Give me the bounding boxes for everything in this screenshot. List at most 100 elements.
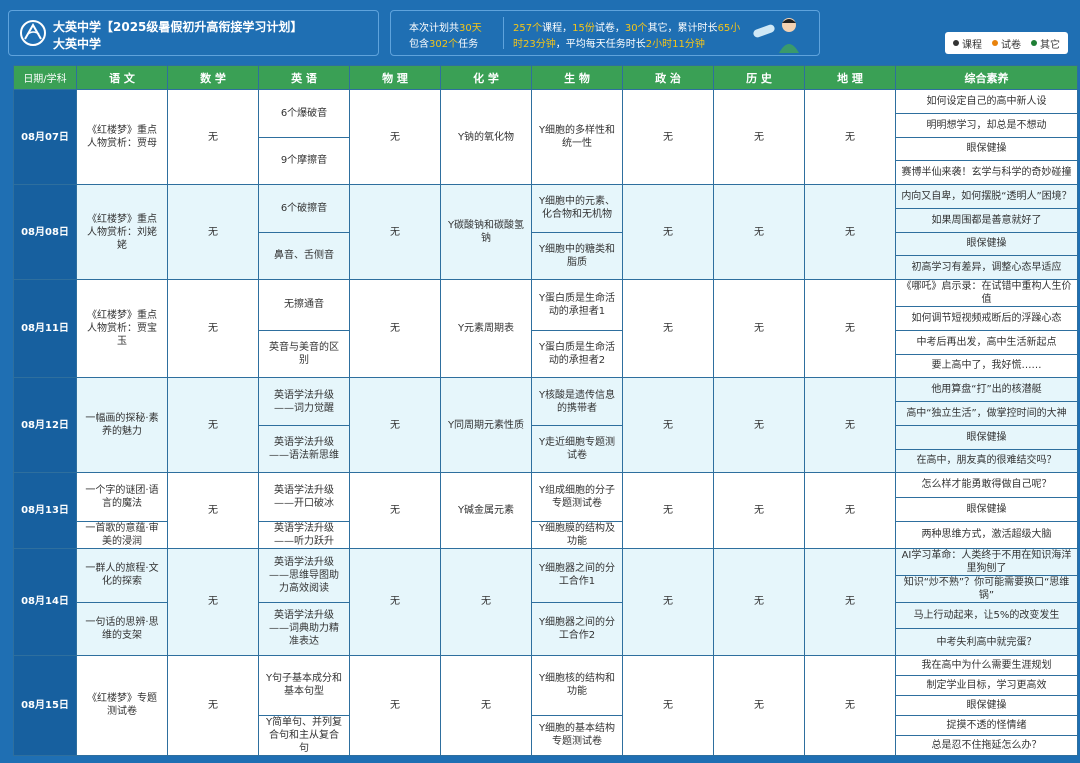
header-row: 日期/学科 语 文 数 学 英 语 物 理 化 学 生 物 政 治 历 史 地 … [13,65,1078,90]
chinese-cell: 一个字的谜团·语言的魔法 [76,472,168,522]
physics-cell: 无 [349,184,441,280]
history-cell: 无 [713,377,805,474]
biology-cell: Y组成细胞的分子专题测试卷 [531,472,623,522]
table-row: 08月07日 《红楼梦》重点人物赏析：贾母无 6个爆破音无 Y钠的氧化物 Y细胞的多样性… [13,89,1078,185]
english-cell: 英音与美音的区别 [258,329,350,379]
quality-cell: 马上行动起来，让5%的改变发生 [895,601,1078,630]
math-cell: 无 [167,278,259,379]
history-cell: 无 [713,184,805,280]
english-cell: Y简单句、并列复合句和主从复合句 [258,714,350,756]
table-row: 08月15日 《红楼梦》专题测试卷无 Y句子基本成分和基本句型无无 Y细胞核的结构和功… [13,654,1078,756]
col-header-english: 英 语 [258,65,350,90]
chinese-cell: 一群人的旅程·文化的探索 [76,547,168,603]
col-header-date: 日期/学科 [13,65,77,90]
english-cell: 英语学法升级——词典助力精准表达 [258,601,350,656]
math-cell: 无 [167,547,259,656]
politics-cell: 无 [622,472,714,549]
quality-cell: 怎么样才能勇敢得做自己呢？ [895,472,1078,498]
geography-cell: 无 [804,472,896,549]
quality-cell: 内向又自卑，如何摆脱“透明人”困境？ [895,184,1078,209]
schedule-body: 08月07日 《红楼梦》重点人物赏析：贾母无 6个爆破音无 Y钠的氧化物 Y细胞的多样性… [13,89,1078,756]
history-cell: 无 [713,547,805,656]
col-header-geography: 地 理 [804,65,896,90]
history-cell: 无 [713,654,805,756]
table-row: 08月11日 《红楼梦》重点人物赏析：贾宝玉无无擦通音无 Y元素周期表 Y蛋白质是生命… [13,278,1078,379]
legend-item-course: 课程 [953,36,982,51]
biology-cell: Y细胞中的糖类和脂质 [531,231,623,280]
english-cell: 9个摩擦音 [258,136,350,185]
physics-cell: 无 [349,654,441,756]
legend-item-other: 其它 [1031,36,1060,51]
quality-cell: 中考失利高中就完蛋？ [895,628,1078,656]
english-cell: Y句子基本成分和基本句型 [258,654,350,716]
politics-cell: 无 [622,278,714,379]
col-header-math: 数 学 [167,65,259,90]
biology-cell: Y细胞中的元素、化合物和无机物 [531,184,623,233]
quality-cell: 我在高中为什么需要生涯规划 [895,654,1078,676]
quality-cell: 初高学习有差异，调整心态早适应 [895,255,1078,280]
schedule-table: 日期/学科 语 文 数 学 英 语 物 理 化 学 生 物 政 治 历 史 地 … [13,65,1078,756]
school-logo-icon [20,20,46,46]
politics-cell: 无 [622,547,714,656]
school-name: 大英中学 [53,37,102,51]
legend-dot-icon [953,40,959,46]
table-row: 08月08日 《红楼梦》重点人物赏析：刘姥姥无 6个破擦音无 Y碳酸钠和碳酸氢钠 Y细胞… [13,184,1078,280]
date-cell: 08月11日 [13,278,77,379]
quality-cell: 眼保健操 [895,496,1078,522]
quality-cell: 中考后再出发，高中生活新起点 [895,329,1078,355]
geography-cell: 无 [804,278,896,379]
english-cell: 英语学法升级——听力跃升 [258,520,350,549]
physics-cell: 无 [349,89,441,185]
english-cell: 无擦通音 [258,279,350,331]
col-header-history: 历 史 [713,65,805,90]
geography-cell: 无 [804,184,896,280]
biology-cell: Y蛋白质是生命活动的承担者1 [531,279,623,331]
chinese-cell: 一句话的思辨·思维的支架 [76,601,168,656]
plan-title: 大英中学【2025级暑假初升高衔接学习计划】 [53,20,303,34]
date-cell: 08月13日 [13,472,77,549]
chinese-cell: 《红楼梦》重点人物赏析：贾母 [76,89,168,185]
stats-panel: 本次计划共30天 包含302个任务 257个课程，15份试卷，30个其它，累计时… [390,10,820,56]
biology-cell: Y蛋白质是生命活动的承担者2 [531,329,623,379]
quality-cell: 高中“独立生活”，做掌控时间的大神 [895,401,1078,426]
col-header-biology: 生 物 [531,65,623,90]
quality-cell: 捉摸不透的怪情绪 [895,714,1078,736]
quality-cell: 在高中，朋友真的很难结交吗？ [895,448,1078,474]
geography-cell: 无 [804,654,896,756]
chemistry-cell: Y元素周期表 [440,278,532,379]
biology-cell: Y细胞器之间的分工合作1 [531,547,623,603]
biology-cell: Y细胞器之间的分工合作2 [531,601,623,656]
chinese-cell: 《红楼梦》重点人物赏析：刘姥姥 [76,184,168,280]
english-cell: 英语学法升级——词力觉醒 [258,377,350,426]
physics-cell: 无 [349,472,441,549]
chemistry-cell: Y碳酸钠和碳酸氢钠 [440,184,532,280]
quality-cell: 如何调节短视频戒断后的浮躁心态 [895,306,1078,331]
stat-summary-line2: 时23分钟，平均每天任务时长2小时11分钟 [513,39,705,50]
quality-cell: 眼保健操 [895,231,1078,257]
math-cell: 无 [167,654,259,756]
quality-cell: 赛博半仙来袭！玄学与科学的奇妙碰撞 [895,160,1078,185]
math-cell: 无 [167,377,259,474]
biology-cell: Y细胞的基本结构专题测试卷 [531,714,623,756]
col-header-quality: 综合素养 [895,65,1078,90]
title-panel: 大英中学【2025级暑假初升高衔接学习计划】 大英中学 [8,10,379,56]
chinese-cell: 一首歌的意蕴·审美的浸润 [76,520,168,549]
chinese-cell: 《红楼梦》专题测试卷 [76,654,168,756]
table-row: 08月12日 一幅画的探秘·素养的魅力无英语学法升级——词力觉醒无 Y同周期元素性质… [13,377,1078,474]
politics-cell: 无 [622,89,714,185]
politics-cell: 无 [622,184,714,280]
stat-tasks: 包含302个任务 [409,39,479,50]
geography-cell: 无 [804,89,896,185]
stat-days: 本次计划共30天 [409,23,482,34]
english-cell: 鼻音、舌侧音 [258,231,350,280]
quality-cell: 眼保健操 [895,424,1078,450]
biology-cell: Y细胞的多样性和统一性 [531,89,623,185]
physics-cell: 无 [349,278,441,379]
biology-cell: Y细胞膜的结构及功能 [531,520,623,549]
header-bar: 大英中学【2025级暑假初升高衔接学习计划】 大英中学 本次计划共30天 包含3… [0,0,1080,64]
quality-cell: 如果周围都是善意就好了 [895,207,1078,233]
biology-cell: Y走近细胞专题测试卷 [531,424,623,474]
table-row: 08月14日 一群人的旅程·文化的探索无英语学法升级——思维导图助力高效阅读无无 Y… [13,547,1078,656]
chemistry-cell: Y同周期元素性质 [440,377,532,474]
quality-cell: 两种思维方式，激活超级大脑 [895,520,1078,549]
